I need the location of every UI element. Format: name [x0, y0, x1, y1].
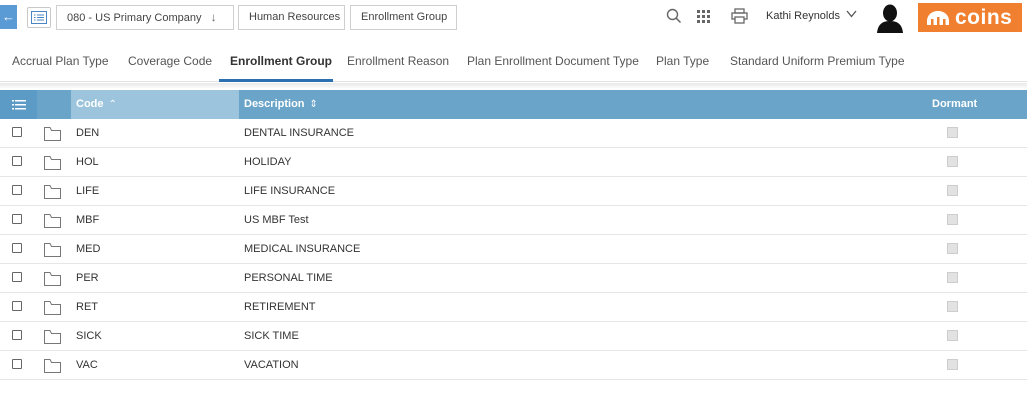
column-header-code[interactable]: Code ⌃	[71, 90, 239, 119]
dormant-checkbox	[947, 301, 958, 312]
table-row[interactable]: PER PERSONAL TIME	[0, 264, 1027, 293]
user-name[interactable]: Kathi Reynolds	[766, 10, 840, 22]
tab-enrollment-group[interactable]: Enrollment Group	[230, 54, 332, 68]
table-row[interactable]: MBF US MBF Test	[0, 206, 1027, 235]
list-icon[interactable]	[27, 7, 51, 28]
sort-both-icon[interactable]: ⇕	[310, 99, 318, 110]
tab-plan-enrollment-document-type[interactable]: Plan Enrollment Document Type	[467, 54, 639, 68]
folder-icon[interactable]	[44, 359, 61, 376]
dormant-checkbox	[947, 127, 958, 138]
row-checkbox[interactable]	[12, 272, 22, 282]
column-header-description[interactable]: Description ⇕	[240, 90, 318, 119]
row-description: LIFE INSURANCE	[244, 185, 336, 197]
row-checkbox[interactable]	[12, 214, 22, 224]
table-row[interactable]: LIFE LIFE INSURANCE	[0, 177, 1027, 206]
folder-icon[interactable]	[44, 127, 61, 144]
breadcrumb-company-label: 080 - US Primary Company	[67, 12, 202, 24]
arrow-down-icon[interactable]: ↓	[211, 6, 217, 29]
dormant-checkbox	[947, 214, 958, 225]
tab-accrual-plan-type[interactable]: Accrual Plan Type	[12, 54, 109, 68]
tab-bar: Accrual Plan Type Coverage Code Enrollme…	[0, 46, 1027, 82]
row-description: MEDICAL INSURANCE	[244, 243, 361, 255]
dormant-checkbox	[947, 272, 958, 283]
sort-ascending-icon[interactable]: ⌃	[109, 99, 117, 110]
table-row[interactable]: SICK SICK TIME	[0, 322, 1027, 351]
chevron-down-icon[interactable]	[846, 9, 857, 21]
grid-header: Code ⌃ Description ⇕ Dormant	[0, 90, 1027, 119]
column-header-description-label: Description	[244, 98, 305, 110]
table-row[interactable]: RET RETIREMENT	[0, 293, 1027, 322]
row-checkbox[interactable]	[12, 301, 22, 311]
tab-coverage-code[interactable]: Coverage Code	[128, 54, 212, 68]
folder-icon[interactable]	[44, 214, 61, 231]
row-checkbox[interactable]	[12, 156, 22, 166]
table-row[interactable]: HOL HOLIDAY	[0, 148, 1027, 177]
row-checkbox[interactable]	[12, 127, 22, 137]
folder-icon[interactable]	[44, 156, 61, 173]
row-code: SICK	[76, 330, 102, 342]
search-icon[interactable]	[666, 8, 682, 29]
row-checkbox[interactable]	[12, 359, 22, 369]
row-description: RETIREMENT	[244, 301, 316, 313]
row-code: HOL	[76, 156, 99, 168]
table-row[interactable]: DEN DENTAL INSURANCE	[0, 119, 1027, 148]
table-row[interactable]: VAC VACATION	[0, 351, 1027, 380]
row-code: MBF	[76, 214, 100, 226]
row-code: VAC	[76, 359, 98, 371]
row-description: HOLIDAY	[244, 156, 292, 168]
dormant-checkbox	[947, 156, 958, 167]
row-code: MED	[76, 243, 101, 255]
row-checkbox[interactable]	[12, 243, 22, 253]
dormant-checkbox	[947, 330, 958, 341]
top-bar: ← 080 - US Primary Company ↓ Human Resou…	[0, 0, 1027, 35]
dormant-checkbox	[947, 185, 958, 196]
breadcrumb-module-label: Human Resources	[249, 11, 341, 23]
column-header-code-label: Code	[76, 98, 104, 110]
folder-icon[interactable]	[44, 185, 61, 202]
breadcrumb-page[interactable]: Enrollment Group	[350, 5, 457, 30]
folder-icon[interactable]	[44, 272, 61, 289]
dormant-checkbox	[947, 243, 958, 254]
apps-grid-icon[interactable]	[697, 10, 710, 28]
tab-plan-type[interactable]: Plan Type	[656, 54, 709, 68]
row-checkbox[interactable]	[12, 330, 22, 340]
column-menu-icon[interactable]	[0, 90, 37, 119]
tab-standard-uniform-premium-type[interactable]: Standard Uniform Premium Type	[730, 54, 905, 68]
dormant-checkbox	[947, 359, 958, 370]
folder-icon[interactable]	[44, 330, 61, 347]
table-row[interactable]: MED MEDICAL INSURANCE	[0, 235, 1027, 264]
row-code: LIFE	[76, 185, 100, 197]
breadcrumb-company[interactable]: 080 - US Primary Company ↓	[56, 5, 234, 30]
divider	[0, 83, 1027, 88]
row-description: DENTAL INSURANCE	[244, 127, 355, 139]
folder-icon[interactable]	[44, 243, 61, 260]
user-avatar-icon[interactable]	[876, 3, 904, 33]
coins-logo: coins	[918, 3, 1022, 32]
tab-enrollment-reason[interactable]: Enrollment Reason	[347, 54, 449, 68]
folder-icon[interactable]	[44, 301, 61, 318]
breadcrumb-page-label: Enrollment Group	[361, 11, 448, 23]
active-tab-indicator	[219, 79, 333, 82]
breadcrumb-module[interactable]: Human Resources	[238, 5, 345, 30]
column-header-dormant-label: Dormant	[932, 98, 978, 110]
row-code: RET	[76, 301, 98, 313]
column-header-dormant[interactable]: Dormant	[932, 90, 977, 119]
back-arrow-icon[interactable]: ←	[0, 5, 17, 29]
printer-icon[interactable]	[731, 8, 748, 29]
row-description: VACATION	[244, 359, 299, 371]
logo-text: coins	[955, 5, 1013, 29]
row-description: SICK TIME	[244, 330, 299, 342]
row-description: US MBF Test	[244, 214, 309, 226]
row-code: DEN	[76, 127, 100, 139]
row-code: PER	[76, 272, 99, 284]
row-checkbox[interactable]	[12, 185, 22, 195]
row-description: PERSONAL TIME	[244, 272, 333, 284]
